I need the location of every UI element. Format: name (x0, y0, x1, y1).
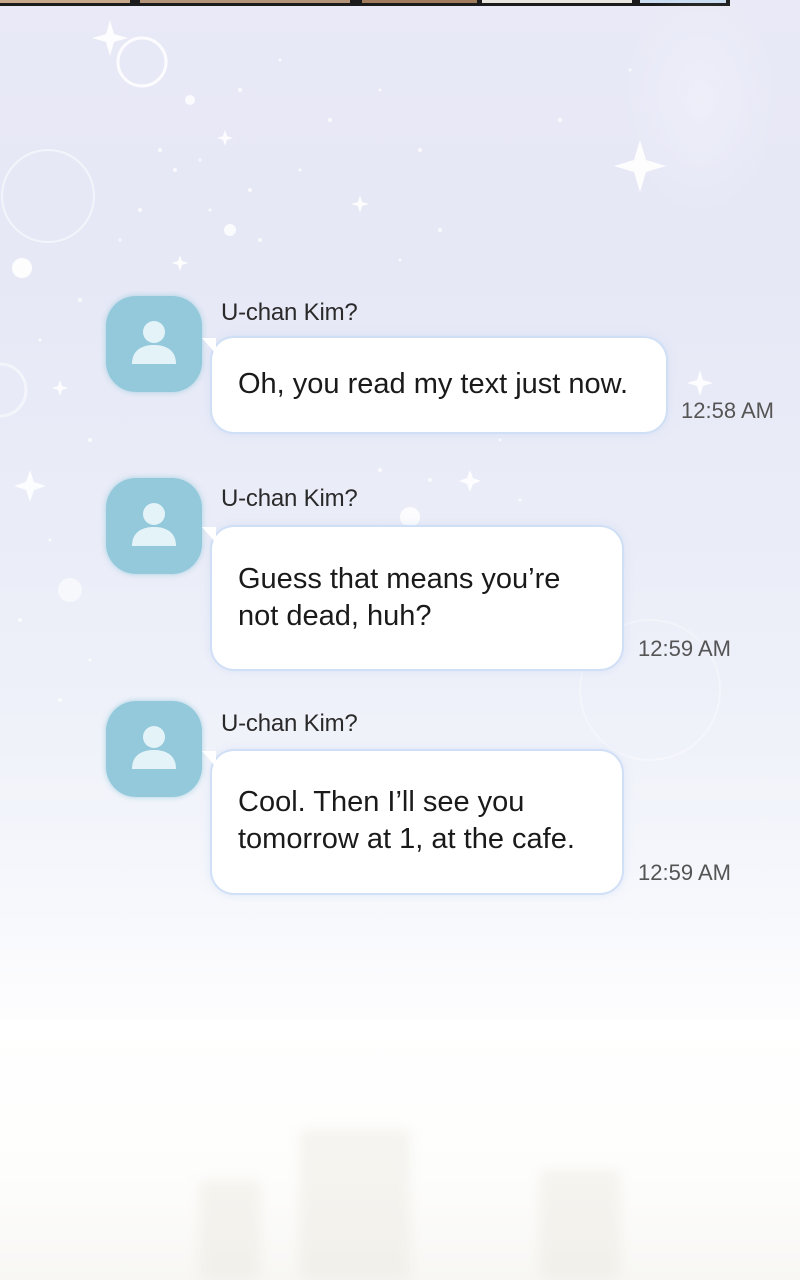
person-icon (132, 503, 176, 546)
message-text-line: Guess that means you’re (238, 563, 561, 595)
bubble-tail (202, 338, 216, 354)
avatar[interactable] (106, 478, 202, 574)
avatar[interactable] (106, 296, 202, 392)
message-timestamp: 12:58 AM (681, 398, 774, 423)
avatar[interactable] (106, 701, 202, 797)
message-text-line: tomorrow at 1, at the cafe. (238, 823, 575, 855)
message-timestamp: 12:59 AM (638, 860, 731, 885)
person-icon (132, 726, 176, 769)
message-bubble[interactable]: Cool. Then I’ll see you tomorrow at 1, a… (202, 751, 622, 893)
sender-name: U-chan Kim? (221, 485, 358, 512)
message-bubble[interactable]: Oh, you read my text just now. (202, 338, 666, 432)
bubble-tail (202, 527, 216, 543)
message-text-line: Oh, you read my text just now. (238, 368, 629, 400)
person-icon (132, 321, 176, 364)
bubble-tail (202, 751, 216, 767)
message-text-line: not dead, huh? (238, 600, 432, 632)
message-text-line: Cool. Then I’ll see you (238, 786, 525, 818)
chat-screen: U-chan Kim? Oh, you read my text just no… (0, 0, 800, 1280)
sender-name: U-chan Kim? (221, 710, 358, 737)
message-timestamp: 12:59 AM (638, 636, 731, 661)
background-lower-area (0, 1020, 800, 1280)
panel-border-strip (0, 0, 730, 6)
message-bubble[interactable]: Guess that means you’re not dead, huh? (202, 527, 622, 669)
sender-name: U-chan Kim? (221, 299, 358, 326)
